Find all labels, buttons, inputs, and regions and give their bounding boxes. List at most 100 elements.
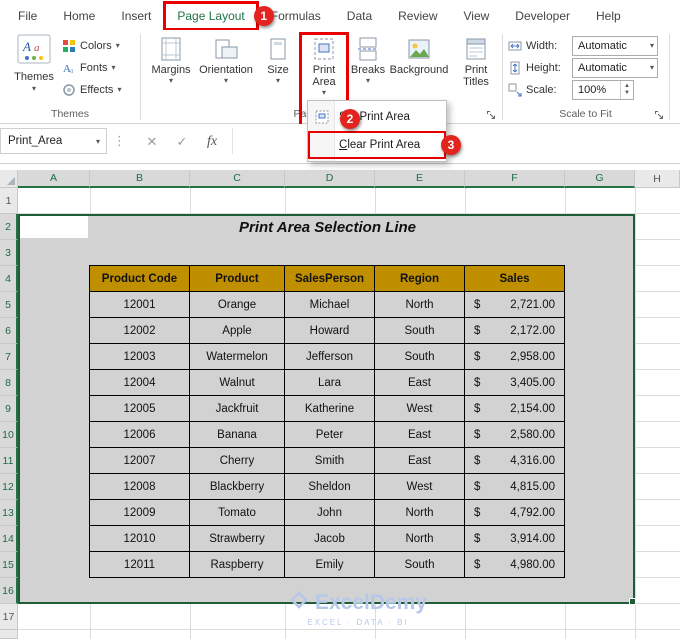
row-header-9[interactable]: 9 — [0, 396, 18, 422]
row-header-1[interactable]: 1 — [0, 188, 18, 214]
cell-region[interactable]: West — [375, 396, 465, 422]
cell-product-code[interactable]: 12011 — [90, 552, 190, 578]
cell-salesperson[interactable]: Jefferson — [285, 344, 375, 370]
cell-product[interactable]: Raspberry — [190, 552, 285, 578]
tab-home[interactable]: Home — [51, 3, 107, 29]
table-header-product-code[interactable]: Product Code — [90, 266, 190, 292]
cell-product-code[interactable]: 12001 — [90, 292, 190, 318]
orientation-button[interactable]: Orientation ▾ — [198, 34, 254, 134]
menu-item-set-print-area[interactable]: Set Print Area — [308, 103, 446, 131]
cell-sales[interactable]: $4,815.00 — [465, 474, 565, 500]
cell-region[interactable]: East — [375, 422, 465, 448]
cell-salesperson[interactable]: John — [285, 500, 375, 526]
cell-sales[interactable]: $2,580.00 — [465, 422, 565, 448]
cell-product-code[interactable]: 12004 — [90, 370, 190, 396]
cell-product[interactable]: Blackberry — [190, 474, 285, 500]
row-header-6[interactable]: 6 — [0, 318, 18, 344]
cell-product-code[interactable]: 12007 — [90, 448, 190, 474]
cell-product-code[interactable]: 12003 — [90, 344, 190, 370]
cell-salesperson[interactable]: Peter — [285, 422, 375, 448]
row-header-17[interactable]: 17 — [0, 604, 18, 630]
scale--spinner[interactable]: 100% ▲ ▼ — [572, 80, 634, 100]
row-header-5[interactable]: 5 — [0, 292, 18, 318]
table-header-salesperson[interactable]: SalesPerson — [285, 266, 375, 292]
active-cell[interactable] — [20, 216, 88, 238]
cell-salesperson[interactable]: Jacob — [285, 526, 375, 552]
size-button[interactable]: Size ▾ — [256, 34, 300, 134]
cell-region[interactable]: North — [375, 500, 465, 526]
cell-sales[interactable]: $4,316.00 — [465, 448, 565, 474]
tab-data[interactable]: Data — [335, 3, 384, 29]
table-header-sales[interactable]: Sales — [465, 266, 565, 292]
cell-sales[interactable]: $2,172.00 — [465, 318, 565, 344]
cell-sales[interactable]: $2,958.00 — [465, 344, 565, 370]
column-header-d[interactable]: D — [285, 170, 375, 188]
column-header-a[interactable]: A — [18, 170, 90, 188]
cell-salesperson[interactable]: Smith — [285, 448, 375, 474]
cell-product[interactable]: Banana — [190, 422, 285, 448]
cell-product[interactable]: Strawberry — [190, 526, 285, 552]
table-header-product[interactable]: Product — [190, 266, 285, 292]
height--dropdown[interactable]: Automatic ▾ — [572, 58, 658, 78]
column-header-b[interactable]: B — [90, 170, 190, 188]
tab-file[interactable]: File — [6, 3, 49, 29]
tab-developer[interactable]: Developer — [503, 3, 582, 29]
cell-product-code[interactable]: 12010 — [90, 526, 190, 552]
cell-sales[interactable]: $4,792.00 — [465, 500, 565, 526]
cell-product[interactable]: Tomato — [190, 500, 285, 526]
scale-to-fit-dialog-launcher[interactable] — [654, 108, 666, 120]
formula-bar-handle[interactable]: ⋮ — [113, 133, 126, 149]
selection-fill-handle[interactable] — [629, 598, 636, 605]
cell-product[interactable]: Cherry — [190, 448, 285, 474]
cell-product[interactable]: Orange — [190, 292, 285, 318]
cell-region[interactable]: North — [375, 526, 465, 552]
cell-product[interactable]: Jackfruit — [190, 396, 285, 422]
cell-region[interactable]: East — [375, 370, 465, 396]
cell-salesperson[interactable]: Katherine — [285, 396, 375, 422]
row-header-7[interactable]: 7 — [0, 344, 18, 370]
tab-review[interactable]: Review — [386, 3, 449, 29]
cell-sales[interactable]: $2,721.00 — [465, 292, 565, 318]
tab-view[interactable]: View — [452, 3, 502, 29]
tab-page-layout[interactable]: Page Layout 1 — [163, 1, 274, 31]
name-box[interactable]: Print_Area ▾ — [0, 128, 107, 154]
column-header-e[interactable]: E — [375, 170, 465, 188]
row-header-12[interactable]: 12 — [0, 474, 18, 500]
cell-product-code[interactable]: 12002 — [90, 318, 190, 344]
cell-sales[interactable]: $2,154.00 — [465, 396, 565, 422]
row-header-8[interactable]: 8 — [0, 370, 18, 396]
margins-button[interactable]: Margins ▾ — [146, 34, 196, 134]
row-header-16[interactable]: 16 — [0, 578, 18, 604]
colors-button[interactable]: Colors ▾ — [62, 38, 138, 54]
table-header-region[interactable]: Region — [375, 266, 465, 292]
row-header-11[interactable]: 11 — [0, 448, 18, 474]
effects-button[interactable]: Effects ▾ — [62, 82, 138, 98]
row-header-15[interactable]: 15 — [0, 552, 18, 578]
spinner-arrows-icon[interactable]: ▲ ▼ — [620, 81, 633, 99]
cell-product-code[interactable]: 12009 — [90, 500, 190, 526]
cell-salesperson[interactable]: Lara — [285, 370, 375, 396]
tab-help[interactable]: Help — [584, 3, 633, 29]
cell-region[interactable]: North — [375, 292, 465, 318]
fonts-button[interactable]: Aa Fonts ▾ — [62, 60, 138, 76]
name-box-chevron-icon[interactable]: ▾ — [90, 137, 106, 146]
cell-sales[interactable]: $3,405.00 — [465, 370, 565, 396]
cell-salesperson[interactable]: Howard — [285, 318, 375, 344]
cell-salesperson[interactable]: Michael — [285, 292, 375, 318]
cell-salesperson[interactable]: Sheldon — [285, 474, 375, 500]
print-titles-button[interactable]: Print Titles — [452, 34, 500, 134]
column-header-h[interactable]: H — [635, 170, 680, 188]
cell-region[interactable]: East — [375, 448, 465, 474]
tab-insert[interactable]: Insert — [109, 3, 163, 29]
column-header-g[interactable]: G — [565, 170, 635, 188]
row-header-3[interactable]: 3 — [0, 240, 18, 266]
row-header-2[interactable]: 2 — [0, 214, 18, 240]
cell-region[interactable]: South — [375, 344, 465, 370]
cell-sales[interactable]: $3,914.00 — [465, 526, 565, 552]
cancel-button[interactable]: ✕ — [142, 132, 162, 152]
menu-item-clear-print-area[interactable]: Clear Print Area 3 — [308, 131, 461, 159]
cell-salesperson[interactable]: Emily — [285, 552, 375, 578]
cell-sales[interactable]: $4,980.00 — [465, 552, 565, 578]
cell-product-code[interactable]: 12005 — [90, 396, 190, 422]
column-header-f[interactable]: F — [465, 170, 565, 188]
